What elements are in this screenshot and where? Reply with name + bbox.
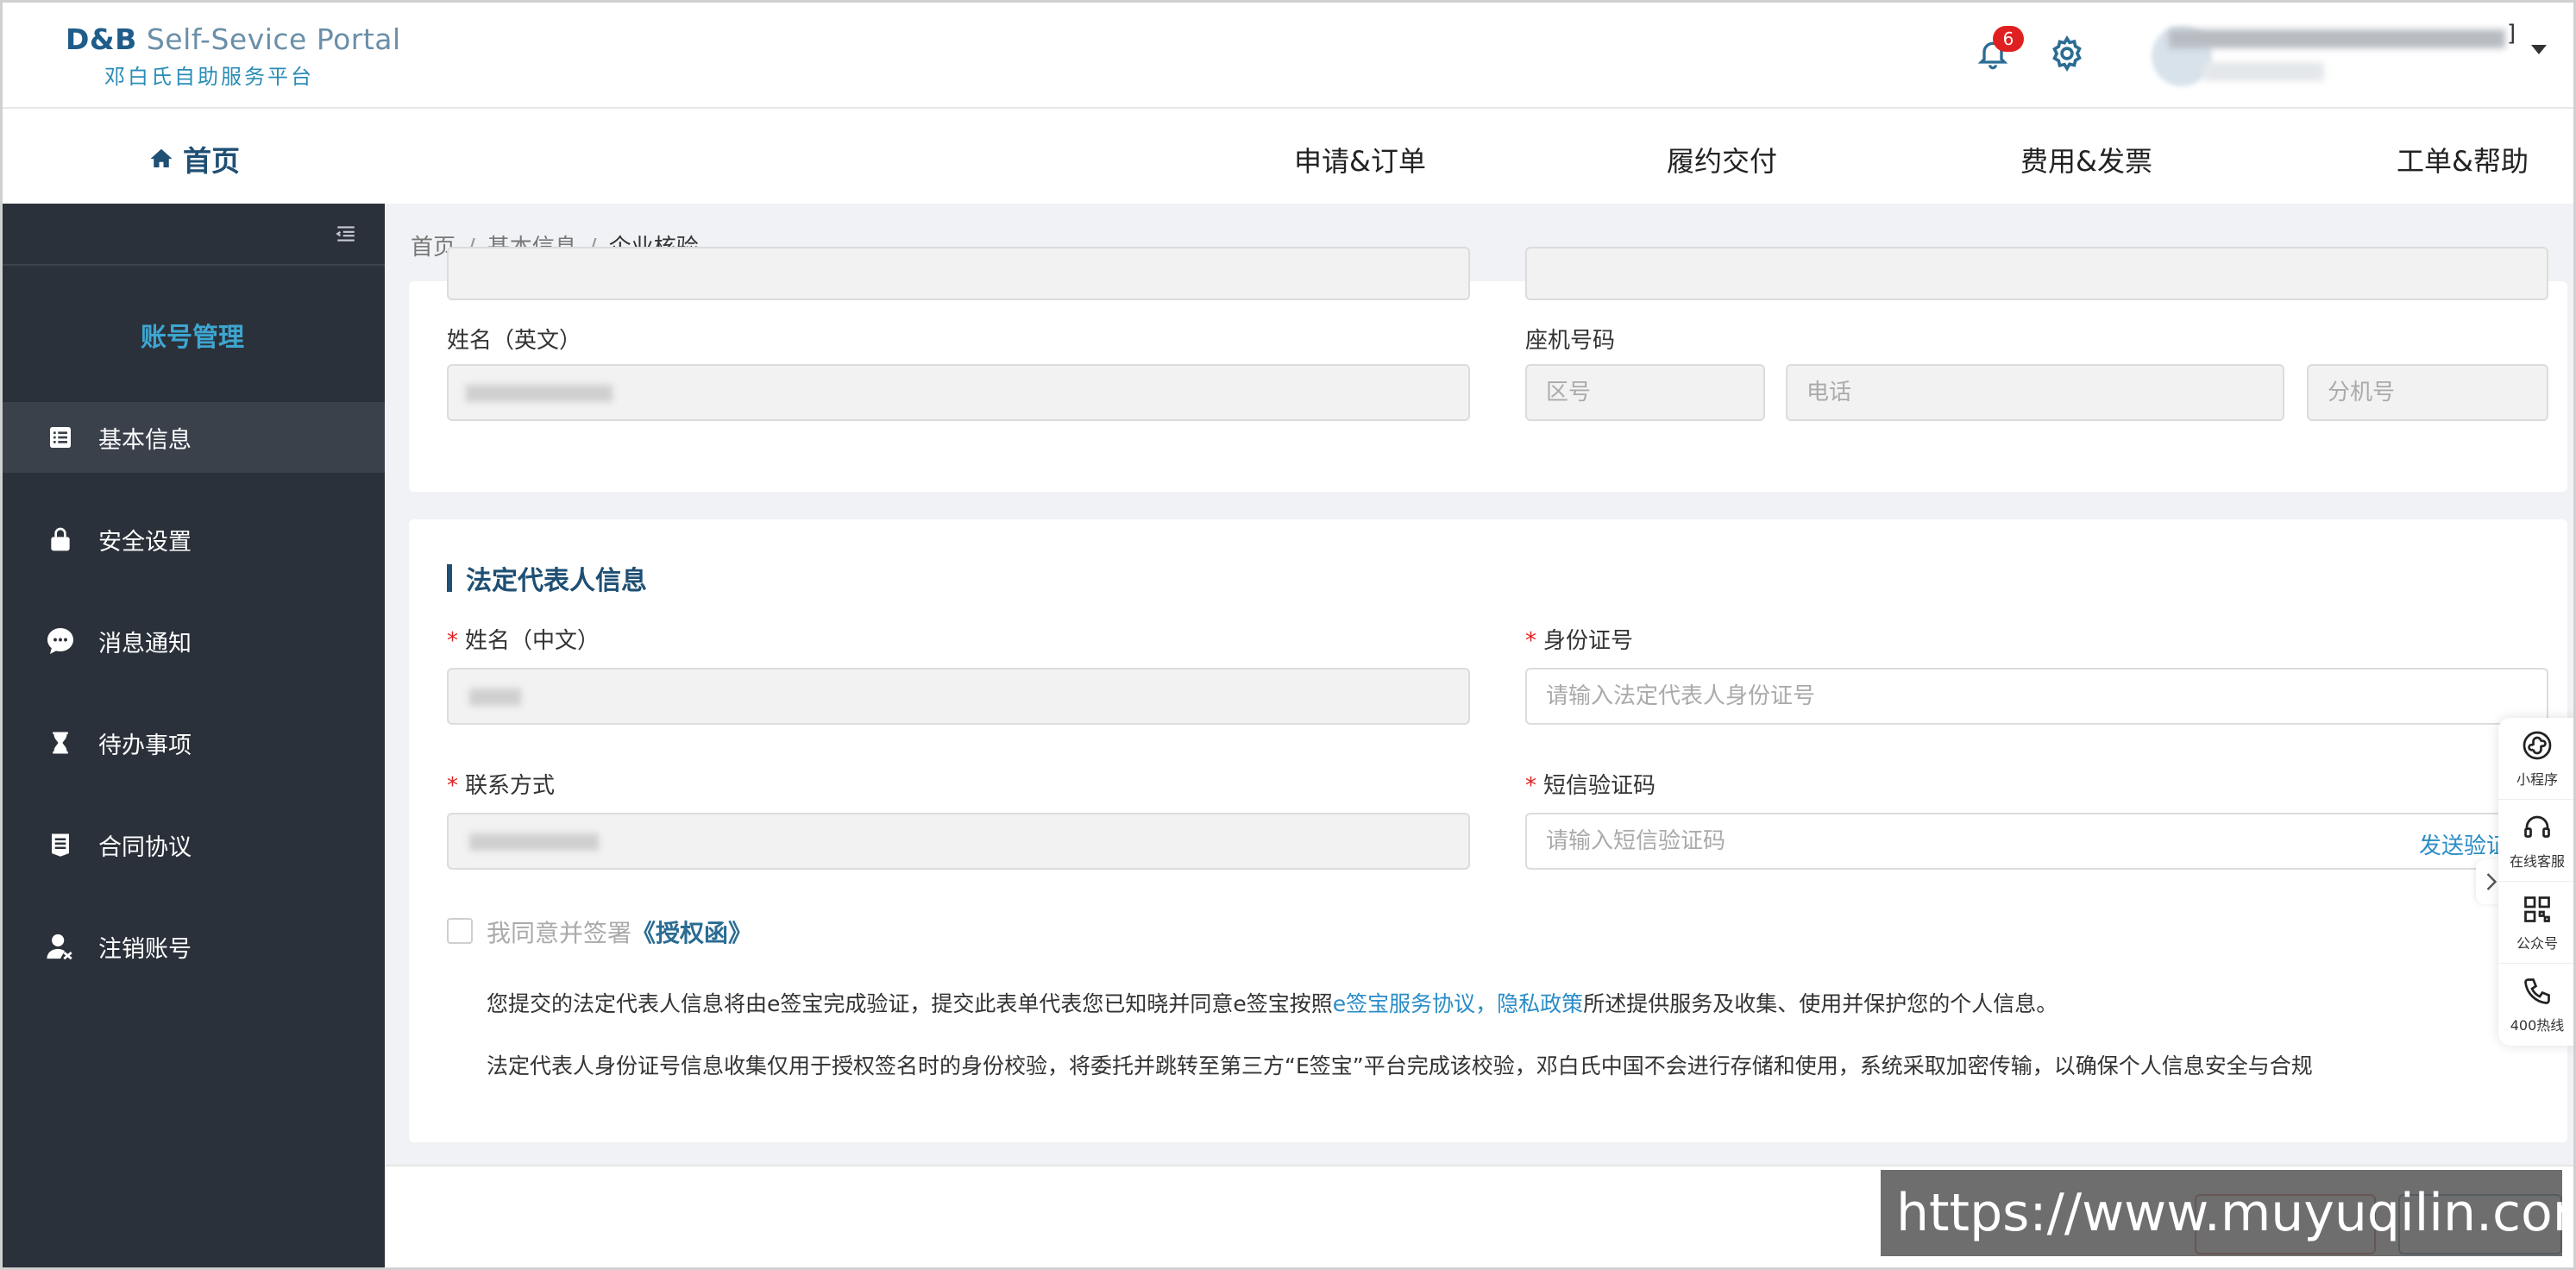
main-content: 首页/基本信息/企业核验 姓名（英文） 座机号码 区号 电话 分机号 法定代表人… [385,204,2576,1270]
position-field[interactable] [1525,247,2548,300]
sidebar: 账号管理 基本信息 安全设置 消息通知 待办事项 合同协议 注销账号 [0,204,385,1270]
english-name-field[interactable] [447,364,1470,421]
nav-home[interactable]: 首页 [148,138,240,179]
miniprogram-icon [2523,731,2552,760]
privacy-policy-link[interactable]: 隐私政策 [1497,991,1583,1016]
list-icon [45,422,76,453]
nav-home-label: 首页 [183,144,240,178]
sidebar-item-basic-info[interactable]: 基本信息 [0,402,385,473]
document-icon [45,829,76,860]
user-name-suffix: ] [2507,21,2516,47]
lock-icon [45,524,76,555]
main-nav: 首页 申请&订单 履约交付 费用&发票 工单&帮助 [0,110,2576,204]
top-header: D&B Self-Sevice Portal 邓白氏自助服务平台 6 ] [0,0,2576,109]
contact-label: * 联系方式 [447,773,556,799]
sms-code-label: * 短信验证码 [1525,773,1656,799]
phone-input[interactable]: 电话 [1786,364,2284,421]
float-item-online-service[interactable]: 在线客服 [2498,800,2576,882]
esign-agreement-link[interactable]: e签宝服务协议 [1333,991,1475,1016]
notification-badge: 6 [1993,26,2024,52]
sidebar-item-label: 消息通知 [98,630,192,657]
home-icon [150,148,173,167]
privacy-note: 您提交的法定代表人信息将由e签宝完成验证，提交此表单代表您已知晓并同意e签宝按照… [487,991,2058,1016]
headset-icon [2524,815,2550,838]
landline-label: 座机号码 [1525,328,1616,354]
section-title: 法定代表人信息 [447,559,647,597]
extension-input[interactable]: 分机号 [2307,364,2548,421]
legal-rep-card: 法定代表人信息 * 姓名（中文） * 身份证号 请输入法定代表人身份证号 * 联系方式… [409,519,2567,1142]
nav-item-invoices[interactable]: 费用&发票 [2020,140,2152,179]
logo[interactable]: D&B Self-Sevice Portal 邓白氏自助服务平台 [66,22,401,90]
float-item-miniprogram[interactable]: 小程序 [2498,718,2576,800]
agree-text: 我同意并签署《授权函》 [487,919,753,947]
email-field[interactable] [447,247,1470,300]
name-cn-field[interactable] [447,668,1470,725]
menu-collapse-icon[interactable] [335,223,357,245]
authorization-letter-link[interactable]: 《授权函》 [631,919,752,947]
sidebar-item-todo[interactable]: 待办事项 [0,707,385,778]
user-avatar[interactable] [2152,21,2514,90]
sidebar-item-label: 待办事项 [98,732,192,759]
chevron-down-icon[interactable] [2531,45,2547,54]
nav-item-help[interactable]: 工单&帮助 [2397,140,2529,179]
sidebar-item-label: 注销账号 [98,935,192,963]
id-number-input[interactable]: 请输入法定代表人身份证号 [1525,668,2548,725]
chat-icon [45,626,76,657]
name-cn-label: * 姓名（中文） [447,628,600,654]
id-number-label: * 身份证号 [1525,628,1634,654]
sidebar-item-contracts[interactable]: 合同协议 [0,809,385,880]
id-usage-note: 法定代表人身份证号信息收集仅用于授权签名时的身份校验，将委托并跳转至第三方“E签… [487,1053,2313,1078]
sidebar-item-label: 合同协议 [98,833,192,861]
qrcode-icon [2524,896,2550,922]
watermark: https://www.muyuqilin.com [1881,1170,2576,1256]
chevron-right-icon [2486,873,2497,890]
contact-field[interactable] [447,813,1470,870]
nav-item-delivery[interactable]: 履约交付 [1667,140,1777,179]
sidebar-item-security[interactable]: 安全设置 [0,504,385,575]
logo-brand: D&B [66,22,137,56]
phone-icon [2524,978,2550,1004]
hourglass-icon [45,727,76,758]
send-code-button[interactable]: 发送验证 [2419,828,2509,860]
user-remove-icon [45,931,76,962]
sidebar-item-label: 基本信息 [98,426,192,454]
sidebar-item-label: 安全设置 [98,528,192,556]
logo-cn-text: 邓白氏自助服务平台 [104,65,314,89]
contact-info-card: 姓名（英文） 座机号码 区号 电话 分机号 [409,247,2567,492]
sidebar-item-cancel-account[interactable]: 注销账号 [0,911,385,982]
sidebar-title: 账号管理 [141,323,244,353]
english-name-label: 姓名（英文） [447,328,582,354]
float-item-hotline[interactable]: 400热线 [2498,964,2576,1046]
floating-service-panel: 小程序 在线客服 公众号 400热线 [2498,718,2576,1046]
nav-item-orders[interactable]: 申请&订单 [1294,140,1426,179]
agree-checkbox[interactable] [447,918,473,944]
float-item-official-account[interactable]: 公众号 [2498,882,2576,964]
area-code-input[interactable]: 区号 [1525,364,1765,421]
gear-icon[interactable] [2048,35,2086,72]
sms-code-input[interactable]: 请输入短信验证码 [1525,813,2548,870]
sidebar-item-notifications[interactable]: 消息通知 [0,606,385,676]
logo-text: Self-Sevice Portal [146,22,401,56]
